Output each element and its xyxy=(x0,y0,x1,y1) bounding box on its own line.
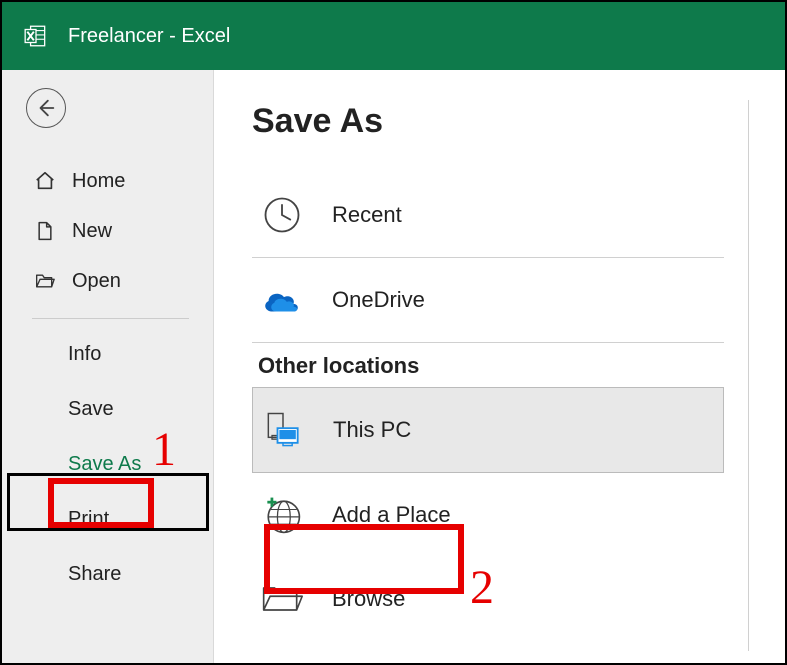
back-button[interactable] xyxy=(26,88,66,128)
location-onedrive[interactable]: OneDrive xyxy=(252,258,724,342)
page-title: Save As xyxy=(252,102,785,141)
open-folder-icon xyxy=(32,268,58,294)
location-label: Recent xyxy=(332,202,402,228)
sidebar-separator xyxy=(32,318,189,319)
backstage-sidebar: Home New Open Info Save Save As Print Sh… xyxy=(2,70,214,663)
new-file-icon xyxy=(32,218,58,244)
location-label: Browse xyxy=(332,586,405,612)
excel-app-icon xyxy=(22,22,50,50)
location-label: Add a Place xyxy=(332,502,451,528)
home-icon xyxy=(32,168,58,194)
nav-save-as[interactable]: Save As xyxy=(2,437,213,492)
location-label: OneDrive xyxy=(332,287,425,313)
nav-share[interactable]: Share xyxy=(2,547,213,602)
location-this-pc[interactable]: This PC xyxy=(252,387,724,473)
location-recent[interactable]: Recent xyxy=(252,173,724,257)
nav-label: New xyxy=(72,220,112,243)
nav-print[interactable]: Print xyxy=(2,492,213,547)
nav-save[interactable]: Save xyxy=(2,382,213,437)
nav-label: Home xyxy=(72,170,125,193)
nav-open[interactable]: Open xyxy=(2,256,213,306)
section-other-locations: Other locations xyxy=(258,353,724,379)
titlebar: Freelancer - Excel xyxy=(2,2,785,70)
add-place-icon xyxy=(258,491,306,539)
location-add-a-place[interactable]: Add a Place xyxy=(252,473,724,557)
divider xyxy=(252,342,724,343)
this-pc-icon xyxy=(259,406,307,454)
location-list: Recent OneDrive Other locations xyxy=(252,173,724,641)
nav-info[interactable]: Info xyxy=(2,327,213,382)
browse-folder-icon xyxy=(258,575,306,623)
window-title: Freelancer - Excel xyxy=(68,25,230,48)
recent-icon xyxy=(258,191,306,239)
main-panel: Save As Recent OneDrive Other loca xyxy=(214,70,785,663)
onedrive-icon xyxy=(258,276,306,324)
right-divider xyxy=(748,100,749,651)
location-browse[interactable]: Browse xyxy=(252,557,724,641)
nav-label: Open xyxy=(72,270,121,293)
nav-new[interactable]: New xyxy=(2,206,213,256)
location-label: This PC xyxy=(333,417,411,443)
nav-home[interactable]: Home xyxy=(2,156,213,206)
